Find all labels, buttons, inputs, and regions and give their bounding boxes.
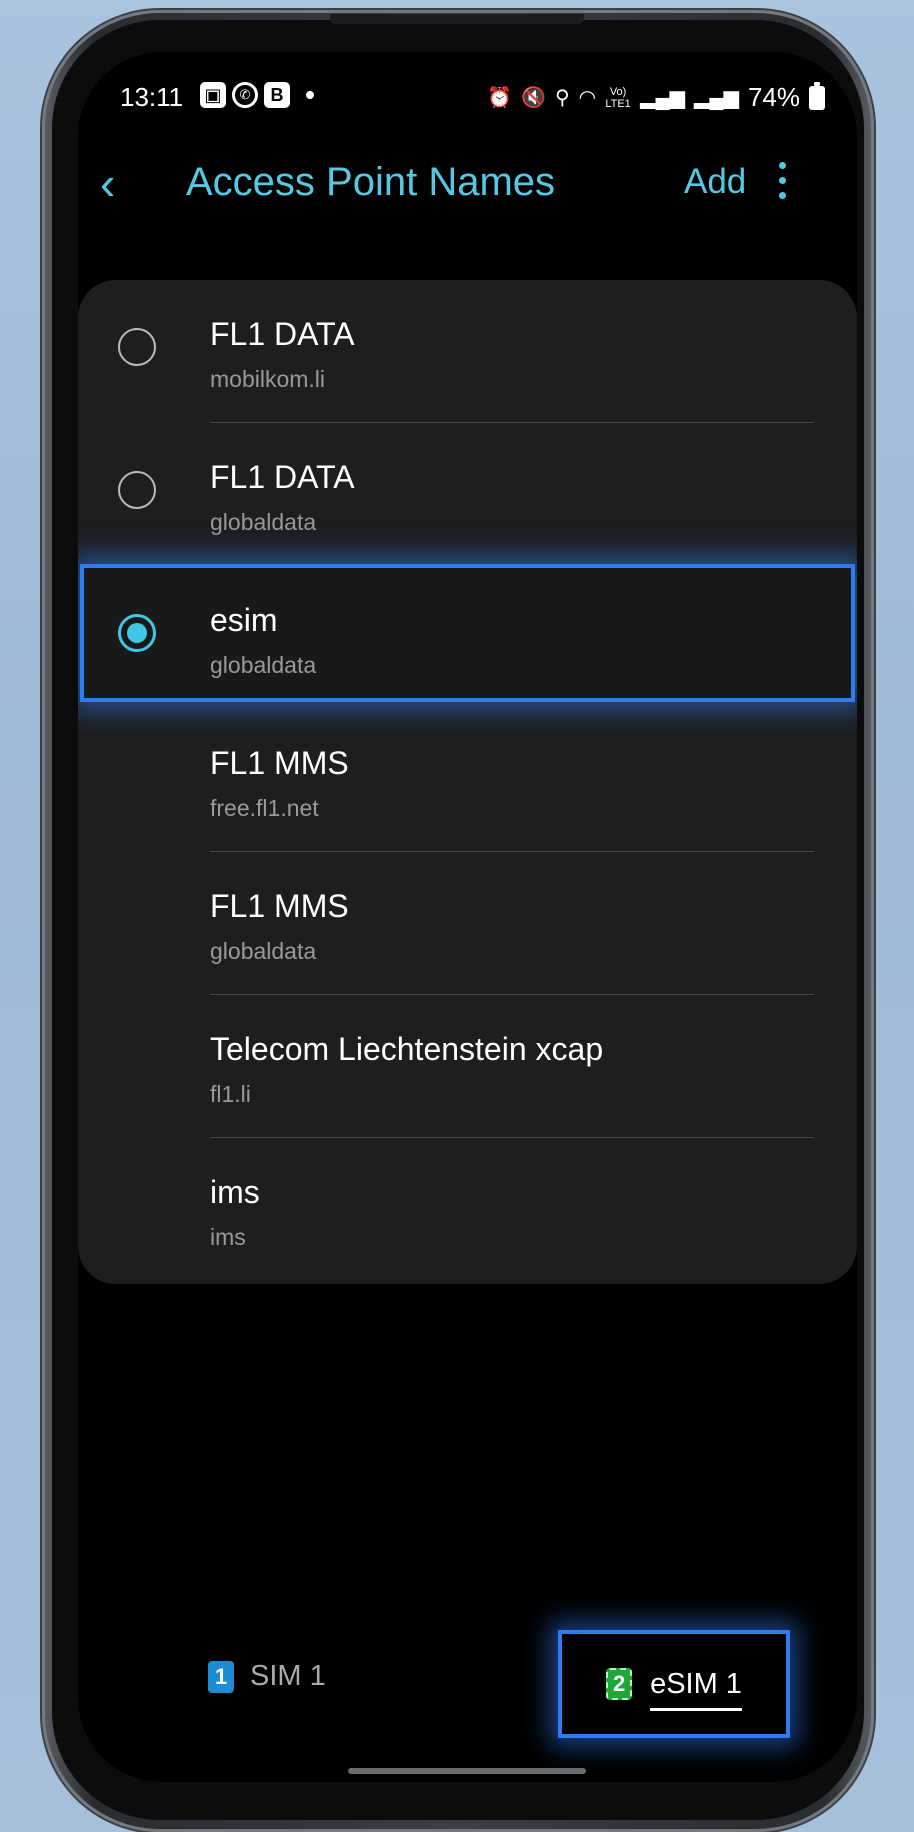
gallery-icon: ▣ <box>200 82 226 108</box>
apn-value: fl1.li <box>210 1081 251 1107</box>
apn-value: globaldata <box>210 509 317 535</box>
apn-list: FL1 DATA mobilkom.li FL1 DATA globaldata… <box>78 280 857 1284</box>
apn-value: globaldata <box>210 652 317 678</box>
esim-label-text: eSIM 1 <box>650 1667 742 1700</box>
back-button[interactable]: ‹ <box>100 158 148 210</box>
more-options-button[interactable] <box>770 150 794 210</box>
apn-radio-button-selected[interactable] <box>118 614 156 652</box>
selected-tab-underline <box>650 1707 742 1711</box>
volte-icon: Vo) LTE1 <box>605 85 631 110</box>
mute-icon: 🔇 <box>521 86 546 109</box>
status-bar: 13:11 ▣ ✆ B ⏰ 🔇 ⚲ ◠ Vo) LTE1 ▂▄▆ ▂▄▆ 74% <box>78 76 857 120</box>
more-vertical-icon <box>778 161 786 169</box>
battery-percent: 74% <box>747 82 800 112</box>
apn-value: mobilkom.li <box>210 366 326 392</box>
tab-label: SIM 1 <box>250 1660 326 1692</box>
apn-list-item[interactable]: ims ims <box>78 1138 857 1281</box>
phone-top-edge <box>330 14 584 24</box>
tab-esim1[interactable]: 2 eSIM 1 <box>558 1630 790 1738</box>
apn-value: globaldata <box>210 938 317 964</box>
notification-dot-icon <box>306 91 314 99</box>
apn-list-item[interactable]: Telecom Liechtenstein xcap fl1.li <box>78 995 857 1138</box>
status-right-icons: ⏰ 🔇 ⚲ ◠ Vo) LTE1 ▂▄▆ ▂▄▆ 74% <box>487 81 825 113</box>
app-bar: ‹ Access Point Names Add <box>78 150 857 220</box>
apn-list-item[interactable]: FL1 DATA mobilkom.li <box>78 280 857 423</box>
apn-value: ims <box>210 1224 246 1250</box>
apn-list-item-selected[interactable]: esim globaldata <box>78 566 857 709</box>
tab-sim1[interactable]: 1 SIM 1 <box>208 1660 326 1693</box>
status-left-icons: ▣ ✆ B <box>200 82 314 108</box>
add-button[interactable]: Add <box>684 162 746 202</box>
location-icon: ⚲ <box>554 86 570 109</box>
apn-name: esim <box>210 602 278 638</box>
sim-card-icon: 1 <box>208 1660 234 1693</box>
apn-value: free.fl1.net <box>210 795 319 821</box>
apn-name: Telecom Liechtenstein xcap <box>210 1031 604 1067</box>
apn-radio-button[interactable] <box>118 471 156 509</box>
apn-name: FL1 MMS <box>210 745 349 781</box>
signal-icon: ▂▄▆ <box>694 86 739 109</box>
status-time: 13:11 <box>120 82 184 112</box>
apn-list-item[interactable]: FL1 MMS globaldata <box>78 852 857 995</box>
sim-tabs: 1 SIM 1 2 eSIM 1 <box>78 1630 857 1740</box>
apn-name: FL1 MMS <box>210 888 349 924</box>
battery-icon <box>809 81 825 110</box>
phone-screen: 13:11 ▣ ✆ B ⏰ 🔇 ⚲ ◠ Vo) LTE1 ▂▄▆ ▂▄▆ 74%… <box>78 52 857 1782</box>
esim-card-icon: 2 <box>606 1668 633 1700</box>
signal-icon: ▂▄▆ <box>640 86 686 109</box>
apn-list-item[interactable]: FL1 MMS free.fl1.net <box>78 709 857 852</box>
apn-name: FL1 DATA <box>210 316 355 352</box>
whatsapp-icon: ✆ <box>232 82 258 108</box>
apn-radio-button[interactable] <box>118 328 156 366</box>
wifi-icon: ◠ <box>578 86 597 109</box>
alarm-icon: ⏰ <box>487 86 513 109</box>
apn-name: ims <box>210 1174 260 1210</box>
apn-list-item[interactable]: FL1 DATA globaldata <box>78 423 857 566</box>
b-app-icon: B <box>264 82 290 108</box>
apn-name: FL1 DATA <box>210 459 355 495</box>
chevron-left-icon: ‹ <box>100 157 116 209</box>
page-title: Access Point Names <box>186 160 556 204</box>
tab-label-selected: eSIM 1 <box>650 1667 742 1711</box>
home-indicator[interactable] <box>348 1768 586 1774</box>
